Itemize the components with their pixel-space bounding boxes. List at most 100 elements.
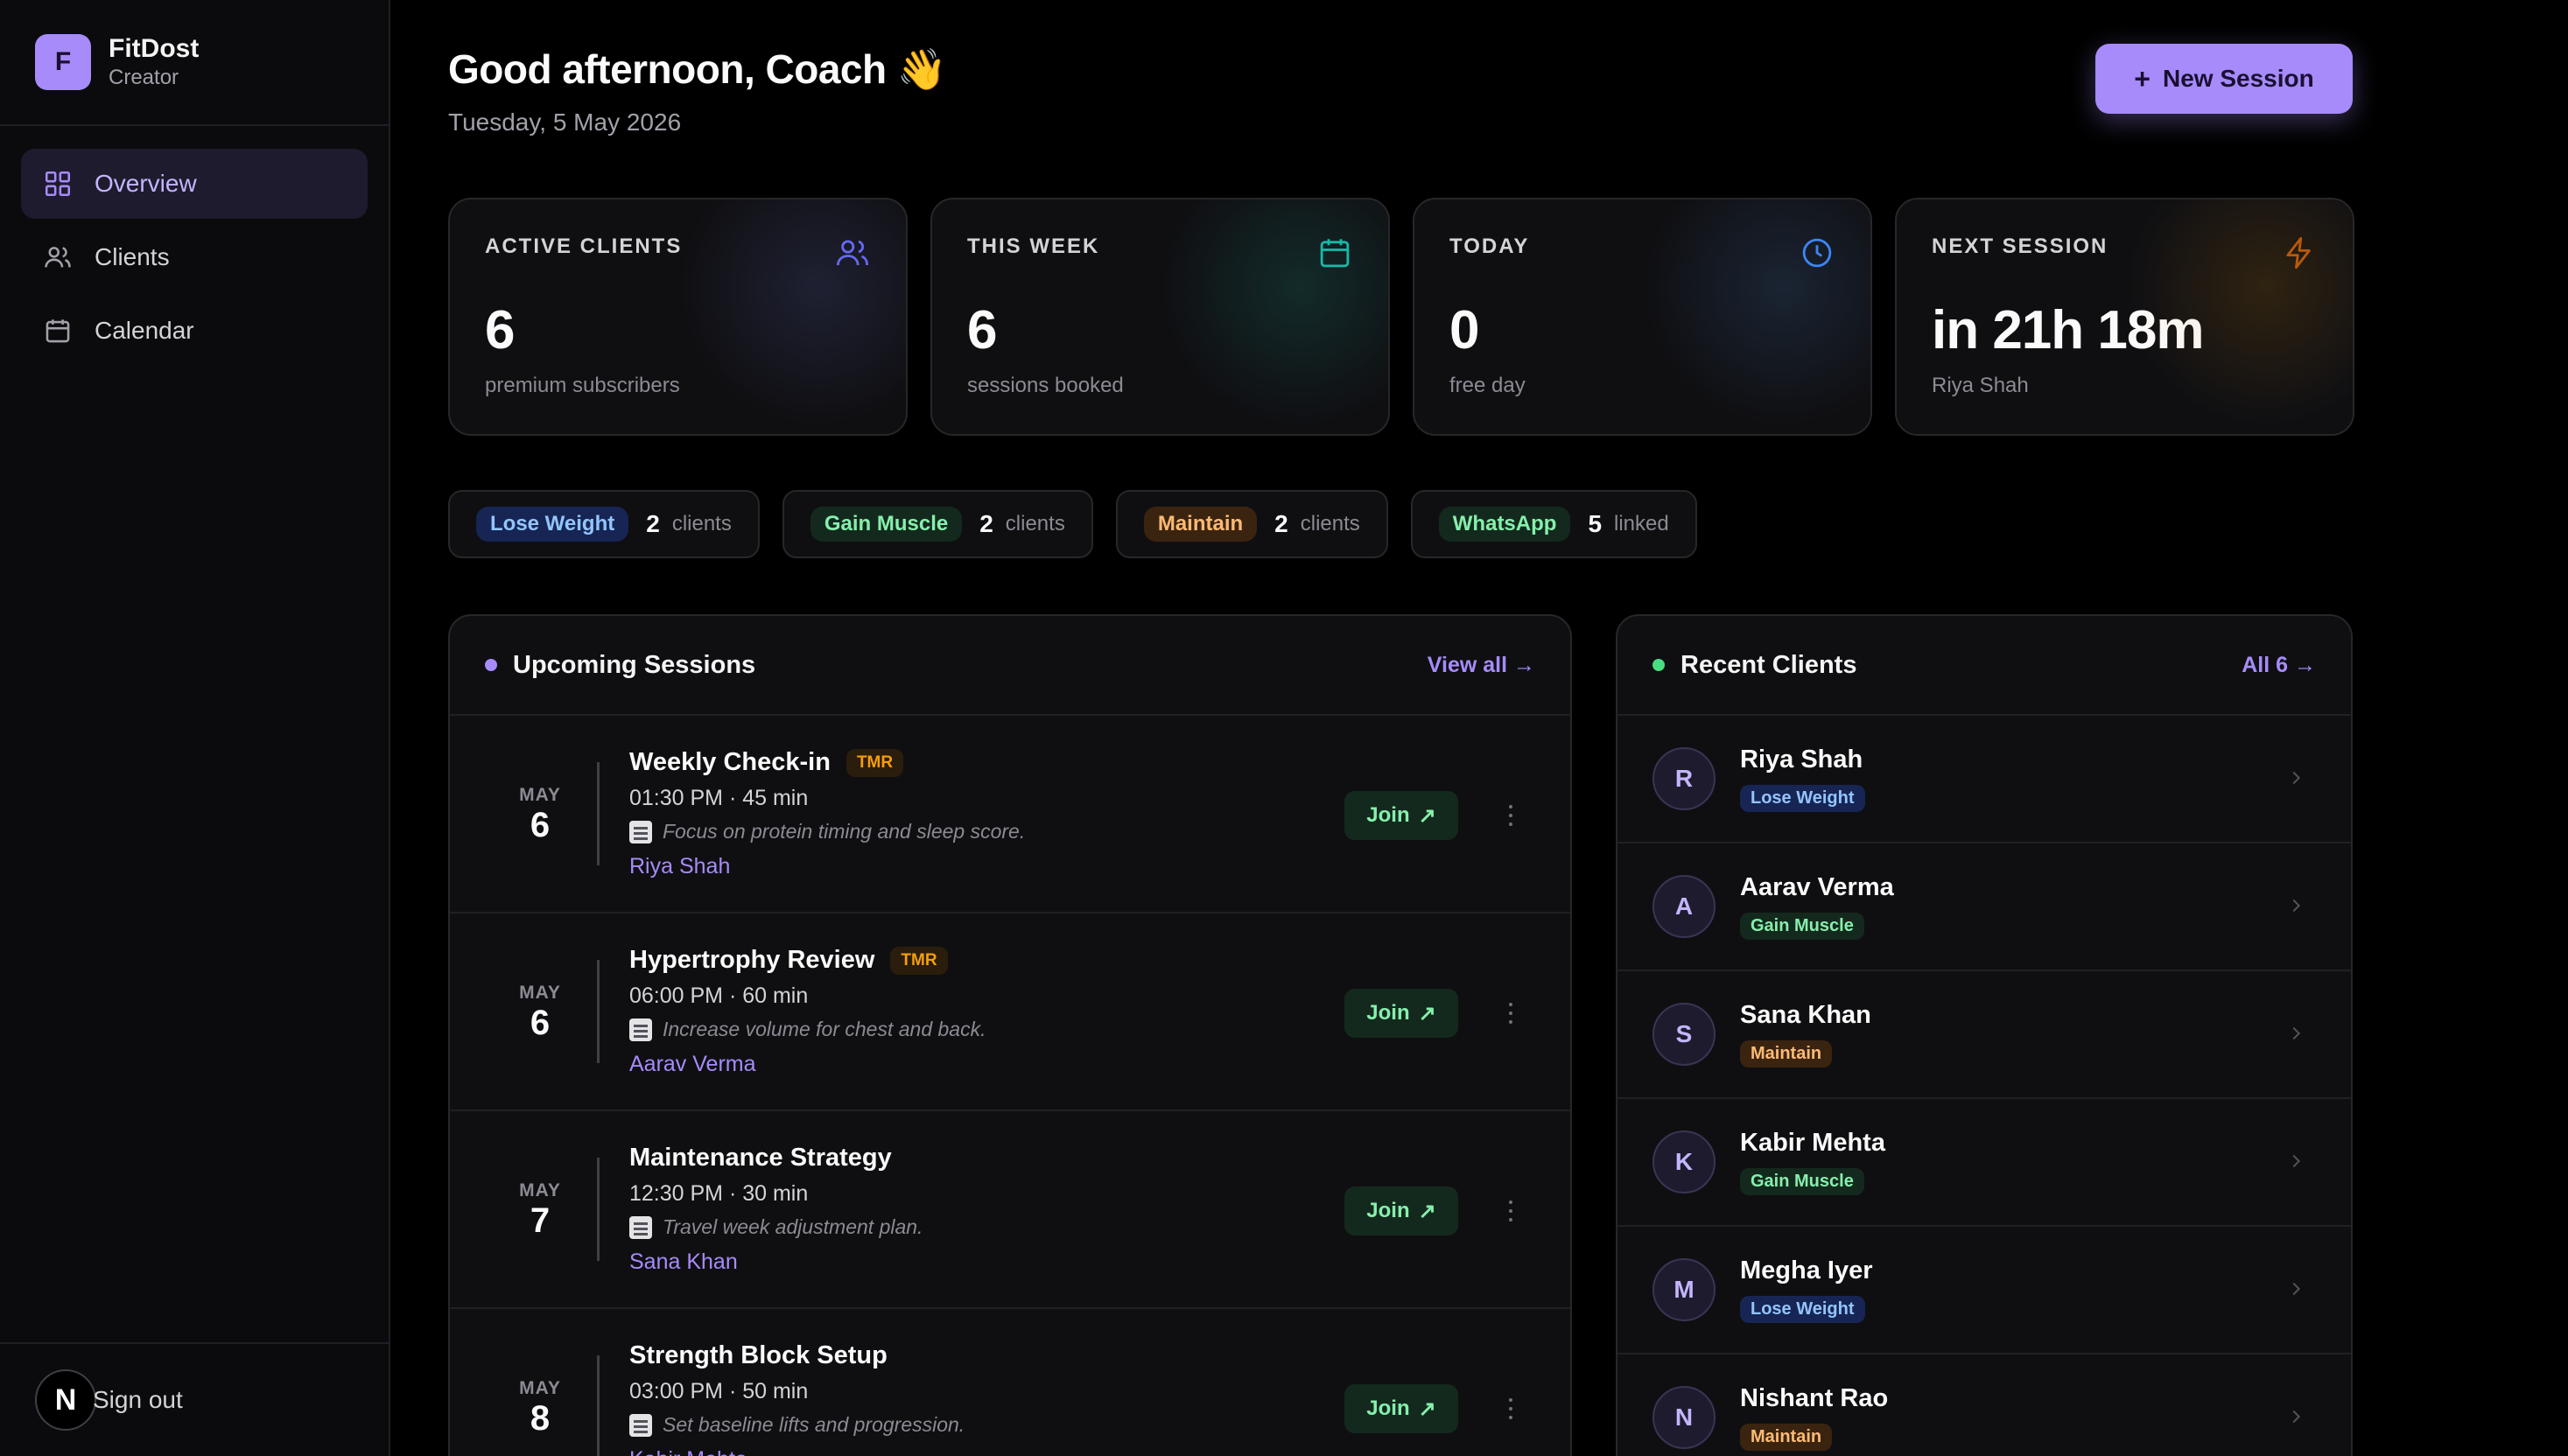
divider: [597, 1355, 600, 1456]
sidebar-item-label: Calendar: [95, 317, 194, 344]
page-title: Good afternoon, Coach 👋: [448, 46, 947, 92]
sidebar-item-calendar[interactable]: Calendar: [21, 296, 368, 366]
pill-unit: clients: [1005, 512, 1065, 536]
external-arrow-icon: ↗: [1418, 1001, 1436, 1026]
users-icon: [836, 240, 869, 266]
status-dot: [1652, 659, 1665, 671]
session-day: 6: [530, 1004, 551, 1042]
client-name: Sana Khan: [1740, 1001, 1871, 1029]
session-client-link[interactable]: Riya Shah: [629, 854, 1570, 879]
session-title: Weekly Check-in: [629, 748, 831, 776]
session-day: 8: [530, 1399, 551, 1438]
session-month: MAY: [519, 785, 561, 805]
join-button[interactable]: Join ↗: [1344, 1384, 1458, 1433]
status-dot: [485, 659, 497, 671]
chevron-right-icon: [2292, 899, 2301, 913]
client-text: Aarav Verma Gain Muscle: [1740, 873, 1894, 940]
stat-value: 0: [1449, 300, 1479, 360]
pill-count: 5: [1588, 510, 1603, 537]
chevron-right-icon: [2292, 1154, 2301, 1168]
goal-tag: Lose Weight: [476, 507, 629, 542]
session-title: Maintenance Strategy: [629, 1144, 892, 1172]
client-row[interactable]: K Kabir Mehta Gain Muscle: [1617, 1099, 2351, 1227]
session-client-link[interactable]: Sana Khan: [629, 1250, 1570, 1275]
sidebar-item-clients[interactable]: Clients: [21, 222, 368, 292]
goal-tag: Lose Weight: [1740, 785, 1865, 812]
client-row[interactable]: A Aarav Verma Gain Muscle: [1617, 844, 2351, 971]
external-arrow-icon: ↗: [1418, 803, 1436, 828]
sign-out-button[interactable]: N Sign out: [0, 1342, 389, 1456]
brand-name: FitDost: [109, 34, 200, 63]
stat-value: 6: [485, 300, 515, 360]
session-title-row: Maintenance Strategy: [629, 1144, 1570, 1172]
client-text: Megha Iyer Lose Weight: [1740, 1256, 1873, 1323]
client-row[interactable]: N Nishant Rao Maintain: [1617, 1354, 2351, 1456]
session-client-link[interactable]: Kabir Mehta: [629, 1447, 1570, 1456]
client-row[interactable]: S Sana Khan Maintain: [1617, 971, 2351, 1099]
view-all-sessions-link[interactable]: View all →: [1428, 653, 1535, 678]
all-clients-link[interactable]: All 6 →: [2242, 653, 2316, 678]
summary-pill-lose-weight[interactable]: Lose Weight 2 clients: [448, 490, 760, 558]
lightning-icon: [2286, 236, 2311, 270]
goal-tag: Gain Muscle: [1740, 913, 1864, 940]
tomorrow-badge: TMR: [845, 748, 904, 777]
brand[interactable]: F FitDost Creator: [0, 0, 389, 126]
pill-count: 2: [646, 510, 660, 537]
session-date: MAY 7: [501, 1180, 579, 1238]
session-row[interactable]: MAY 6 Hypertrophy Review TMR 06:00 PM · …: [450, 914, 1570, 1111]
goal-summary: Lose Weight 2 clients Gain Muscle 2 clie…: [448, 490, 1697, 558]
more-options-icon[interactable]: [1502, 1393, 1519, 1424]
memo-icon: [629, 1215, 652, 1239]
session-row[interactable]: MAY 6 Weekly Check-in TMR 01:30 PM · 45 …: [450, 716, 1570, 914]
brand-text: FitDost Creator: [109, 34, 199, 90]
whatsapp-tag: WhatsApp: [1438, 507, 1571, 542]
session-day: 7: [530, 1201, 551, 1240]
chevron-right-icon: [2292, 771, 2301, 785]
summary-pill-gain-muscle[interactable]: Gain Muscle 2 clients: [782, 490, 1093, 558]
new-session-button[interactable]: + New Session: [2095, 44, 2353, 114]
join-button[interactable]: Join ↗: [1344, 1186, 1458, 1236]
join-label: Join: [1366, 1001, 1410, 1025]
session-month: MAY: [519, 1180, 561, 1200]
session-row[interactable]: MAY 7 Maintenance Strategy 12:30 PM · 30…: [450, 1111, 1570, 1309]
more-options-icon[interactable]: [1502, 998, 1519, 1029]
client-name: Kabir Mehta: [1740, 1129, 1885, 1157]
join-button[interactable]: Join ↗: [1344, 791, 1458, 840]
stat-card-today: TODAY 0 free day: [1413, 198, 1872, 436]
avatar: M: [1652, 1258, 1716, 1321]
sidebar-item-overview[interactable]: Overview: [21, 149, 368, 219]
divider: [597, 762, 600, 865]
session-date: MAY 8: [501, 1378, 579, 1436]
users-icon: [42, 242, 74, 273]
divider: [597, 960, 600, 1063]
external-arrow-icon: ↗: [1418, 1396, 1436, 1421]
clock-icon: [1802, 238, 1832, 268]
client-row[interactable]: M Megha Iyer Lose Weight: [1617, 1227, 2351, 1354]
stats-cards: ACTIVE CLIENTS 6 premium subscribers THI…: [448, 198, 2354, 436]
divider: [597, 1158, 600, 1261]
summary-pill-whatsapp[interactable]: WhatsApp 5 linked: [1410, 490, 1697, 558]
calendar-icon: [1320, 239, 1350, 268]
calendar-icon: [42, 315, 74, 346]
sidebar-nav: Overview Clients Calendar: [0, 126, 389, 392]
more-options-icon[interactable]: [1502, 800, 1519, 831]
external-arrow-icon: ↗: [1418, 1199, 1436, 1223]
client-row[interactable]: R Riya Shah Lose Weight: [1617, 716, 2351, 844]
goal-tag: Lose Weight: [1740, 1296, 1865, 1323]
join-label: Join: [1366, 803, 1410, 827]
join-button[interactable]: Join ↗: [1344, 989, 1458, 1038]
session-title-row: Hypertrophy Review TMR: [629, 946, 1570, 975]
client-name: Aarav Verma: [1740, 873, 1894, 901]
session-row[interactable]: MAY 8 Strength Block Setup 03:00 PM · 50…: [450, 1309, 1570, 1456]
session-month: MAY: [519, 1378, 561, 1398]
goal-tag: Maintain: [1740, 1040, 1833, 1068]
stat-label: NEXT SESSION: [1932, 234, 2108, 258]
panel-header: Upcoming Sessions View all →: [450, 616, 1570, 716]
panel-title: Recent Clients: [1680, 650, 1857, 679]
session-client-link[interactable]: Aarav Verma: [629, 1052, 1570, 1077]
pill-unit: clients: [671, 512, 732, 536]
more-options-icon[interactable]: [1502, 1195, 1519, 1227]
avatar: N: [1652, 1386, 1716, 1449]
memo-icon: [629, 1413, 652, 1437]
summary-pill-maintain[interactable]: Maintain 2 clients: [1115, 490, 1388, 558]
